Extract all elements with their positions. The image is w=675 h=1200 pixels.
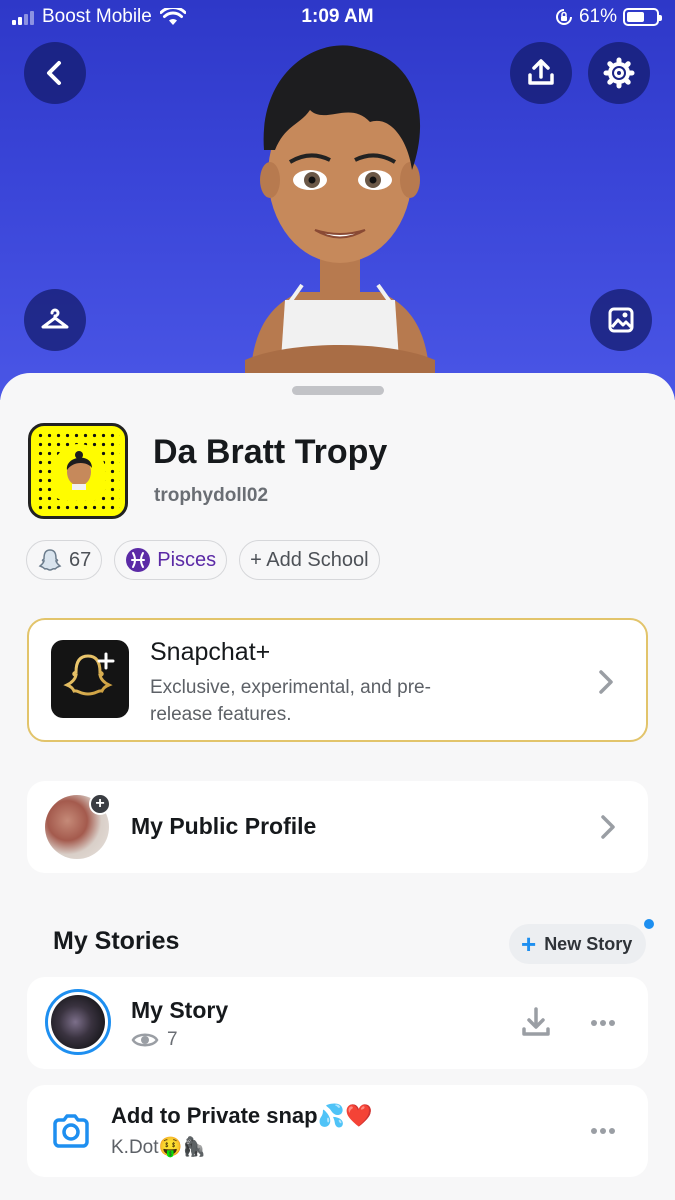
image-icon: [608, 307, 634, 333]
battery-icon: [623, 8, 662, 26]
hanger-icon: [41, 308, 69, 329]
pisces-icon: [126, 548, 151, 572]
orientation-lock-icon: [555, 9, 572, 25]
profile-sheet: Da Bratt Tropy trophydoll02 67 Pisces + …: [0, 373, 675, 1200]
more-options-icon[interactable]: [591, 1128, 615, 1136]
public-profile-label: My Public Profile: [131, 813, 317, 839]
upload-icon: [528, 59, 554, 85]
bitmoji-avatar[interactable]: [230, 30, 450, 390]
add-icon: +: [89, 793, 111, 815]
add-school-chip[interactable]: + Add School: [239, 540, 380, 580]
add-school-label: + Add School: [250, 548, 369, 571]
eye-icon: [131, 1033, 159, 1047]
notification-dot: [644, 919, 654, 929]
new-story-label: New Story: [544, 933, 633, 954]
zodiac-label: Pisces: [157, 548, 217, 571]
profile-chips: 67 Pisces + Add School: [26, 540, 380, 580]
snap-score-chip[interactable]: 67: [26, 540, 103, 580]
change-background-button[interactable]: [590, 289, 652, 351]
snapcode-bitmoji: [66, 451, 92, 490]
camera-icon[interactable]: [51, 1112, 91, 1150]
gear-icon: [603, 57, 635, 89]
sheet-grabber[interactable]: [292, 386, 384, 395]
bitmoji-wardrobe-button[interactable]: [24, 289, 86, 351]
chevron-right-icon: [599, 670, 613, 694]
private-story-subtitle: K.Dot🤑🦍: [111, 1137, 206, 1158]
status-bar: Boost Mobile 1:09 AM 61%: [0, 0, 675, 34]
view-count: 7: [167, 1029, 178, 1050]
my-stories-heading: My Stories: [53, 927, 180, 955]
zodiac-chip[interactable]: Pisces: [114, 540, 228, 580]
username[interactable]: trophydoll02: [154, 485, 268, 507]
new-story-button[interactable]: + New Story: [509, 924, 647, 964]
private-story-row[interactable]: Add to Private snap💦❤️ K.Dot🤑🦍: [27, 1085, 648, 1177]
my-story-thumbnail[interactable]: [45, 989, 111, 1055]
private-story-title: Add to Private snap💦❤️: [111, 1103, 373, 1128]
download-icon[interactable]: [519, 1005, 553, 1039]
snapchat-plus-icon: [51, 640, 129, 718]
snapcode[interactable]: [28, 423, 128, 519]
profile-header: Boost Mobile 1:09 AM 61%: [0, 0, 675, 400]
plus-icon: +: [521, 929, 537, 959]
snapchat-plus-card[interactable]: Snapchat+ Exclusive, experimental, and p…: [27, 618, 648, 742]
public-profile-card[interactable]: + My Public Profile: [27, 781, 648, 873]
my-story-title: My Story: [131, 997, 229, 1023]
chevron-right-icon: [601, 815, 615, 839]
ghost-icon: [38, 549, 62, 571]
share-profile-button[interactable]: [510, 42, 572, 104]
my-story-row[interactable]: My Story 7: [27, 977, 648, 1069]
snapchat-plus-description: Exclusive, experimental, and pre-release…: [150, 677, 431, 725]
back-button[interactable]: [24, 42, 86, 104]
snapchat-plus-title: Snapchat+: [150, 638, 271, 666]
snap-score: 67: [69, 548, 92, 571]
battery-percent: 61%: [578, 6, 617, 27]
display-name: Da Bratt Tropy: [153, 433, 388, 471]
more-options-icon[interactable]: [591, 1020, 615, 1028]
chevron-left-icon: [47, 61, 61, 85]
settings-button[interactable]: [588, 42, 650, 104]
story-views: 7: [131, 1029, 178, 1051]
